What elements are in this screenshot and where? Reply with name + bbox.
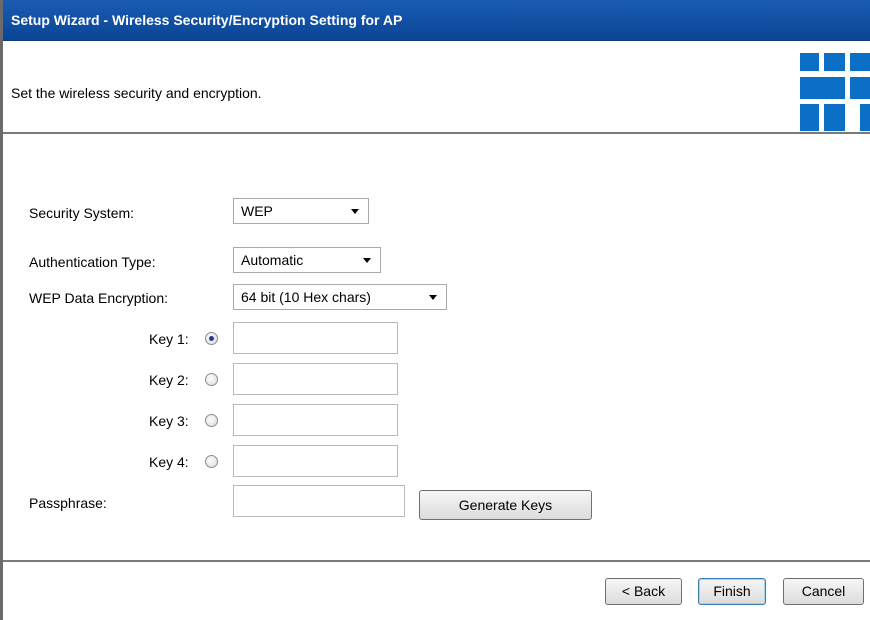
header-description: Set the wireless security and encryption… xyxy=(11,85,262,101)
authentication-type-select[interactable]: Automatic xyxy=(233,247,381,273)
chevron-down-icon xyxy=(363,258,371,263)
key-3-input[interactable] xyxy=(233,404,398,436)
key-1-label: Key 1: xyxy=(149,331,189,347)
key-1-radio[interactable] xyxy=(205,332,218,345)
authentication-type-label: Authentication Type: xyxy=(29,254,156,270)
security-system-label: Security System: xyxy=(29,205,135,221)
chevron-down-icon xyxy=(351,209,359,214)
finish-button[interactable]: Finish xyxy=(698,578,766,605)
window-title: Setup Wizard - Wireless Security/Encrypt… xyxy=(11,12,403,28)
key-2-input[interactable] xyxy=(233,363,398,395)
chevron-down-icon xyxy=(429,295,437,300)
authentication-type-value: Automatic xyxy=(241,252,304,268)
key-4-input[interactable] xyxy=(233,445,398,477)
key-4-label: Key 4: xyxy=(149,454,189,470)
title-bar: Setup Wizard - Wireless Security/Encrypt… xyxy=(3,0,870,41)
header-panel: Set the wireless security and encryption… xyxy=(3,42,870,134)
generate-keys-button[interactable]: Generate Keys xyxy=(419,490,592,520)
wep-data-encryption-select[interactable]: 64 bit (10 Hex chars) xyxy=(233,284,447,310)
passphrase-input[interactable] xyxy=(233,485,405,517)
key-4-radio[interactable] xyxy=(205,455,218,468)
security-system-value: WEP xyxy=(241,203,273,219)
footer-divider xyxy=(3,560,870,562)
key-3-radio[interactable] xyxy=(205,414,218,427)
passphrase-label: Passphrase: xyxy=(29,495,107,511)
key-2-radio[interactable] xyxy=(205,373,218,386)
key-1-input[interactable] xyxy=(233,322,398,354)
key-2-label: Key 2: xyxy=(149,372,189,388)
cancel-button[interactable]: Cancel xyxy=(783,578,864,605)
security-system-select[interactable]: WEP xyxy=(233,198,369,224)
key-3-label: Key 3: xyxy=(149,413,189,429)
wep-data-encryption-value: 64 bit (10 Hex chars) xyxy=(241,289,371,305)
wep-data-encryption-label: WEP Data Encryption: xyxy=(29,290,169,306)
brand-logo-icon xyxy=(800,53,870,131)
back-button[interactable]: < Back xyxy=(605,578,682,605)
setup-wizard-window: Setup Wizard - Wireless Security/Encrypt… xyxy=(0,0,870,620)
